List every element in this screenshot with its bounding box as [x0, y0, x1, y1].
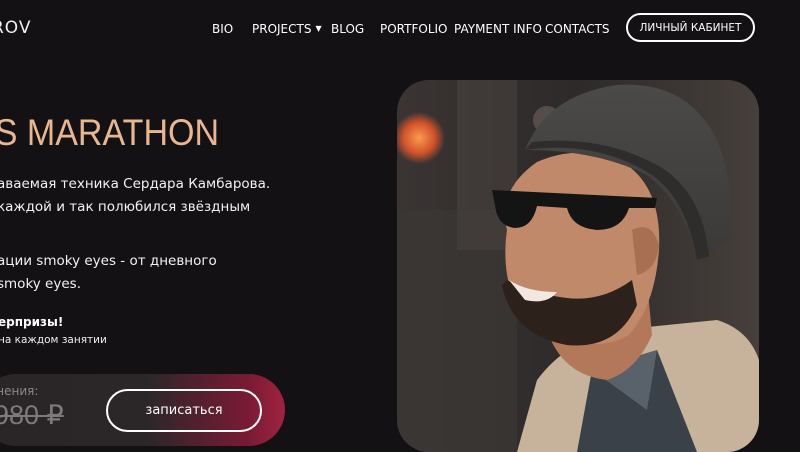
chevron-down-icon: ▼: [315, 24, 322, 33]
nav-payment-info-label: PAYMENT INFO: [454, 22, 542, 36]
nav-blog[interactable]: BLOG: [331, 22, 364, 36]
logo[interactable]: ROV: [0, 18, 32, 38]
hero-photo: [397, 80, 759, 452]
nav-bio-label: BIO: [212, 22, 234, 36]
signup-button[interactable]: записаться: [106, 389, 262, 432]
description-line-1: аваемая техника Сердара Камбарова.: [0, 176, 271, 192]
nav-portfolio-label: PORTFOLIO: [380, 22, 448, 36]
bonus-title: ерпризы!: [0, 315, 64, 329]
old-price: 980 ₽: [0, 400, 64, 430]
personal-account-button[interactable]: ЛИЧНЫЙ КАБИНЕТ: [626, 13, 755, 42]
page-title: ES MARATHON: [0, 112, 220, 153]
nav-blog-label: BLOG: [331, 22, 365, 36]
nav-portfolio[interactable]: PORTFOLIO: [380, 22, 448, 36]
portrait-image: [397, 80, 759, 452]
price-label: чения:: [0, 384, 39, 398]
nav-projects[interactable]: PROJECTS ▼: [252, 22, 322, 36]
nav-contacts[interactable]: CONTACTS: [545, 22, 610, 36]
nav-bio[interactable]: BIO: [212, 22, 233, 36]
bonus-text: на каждом занятии: [0, 334, 107, 346]
description-line-3: ации smoky eyes - от дневного: [0, 253, 217, 269]
nav-contacts-label: CONTACTS: [545, 22, 610, 36]
description-line-2: каждой и так полюбился звёздным: [0, 199, 251, 215]
nav-payment-info[interactable]: PAYMENT INFO: [454, 22, 542, 36]
description-line-4: smoky eyes.: [0, 276, 81, 292]
nav-projects-label: PROJECTS: [252, 22, 312, 36]
